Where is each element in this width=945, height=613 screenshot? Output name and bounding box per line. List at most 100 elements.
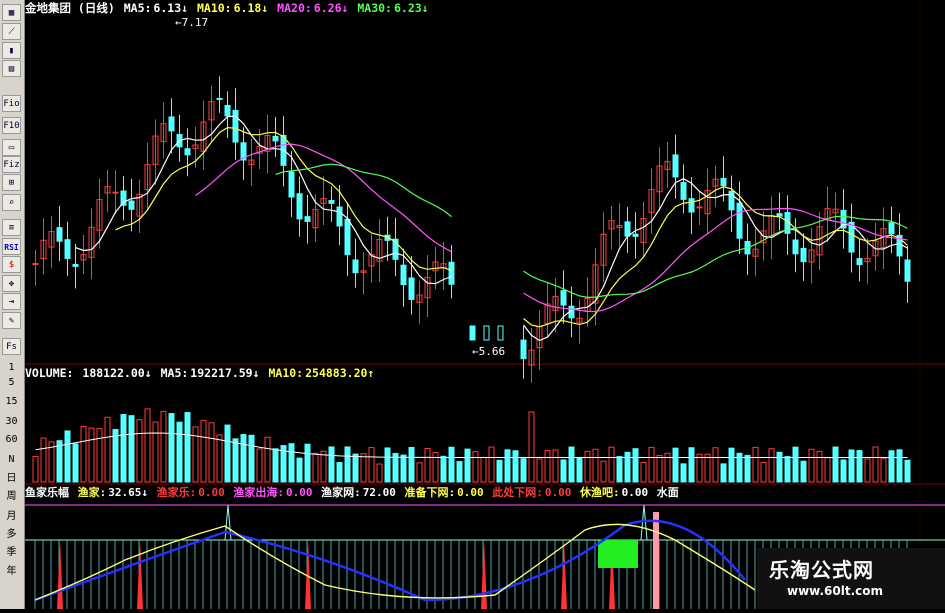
watermark-url: www.60lt.com <box>787 584 884 598</box>
period-8[interactable]: 月 <box>2 510 21 524</box>
period-3[interactable]: 30 <box>2 415 21 429</box>
volume-bar <box>128 415 135 483</box>
candle-body <box>408 277 415 300</box>
yujiale-value: 0.00 <box>198 486 225 499</box>
volume-bar <box>544 450 551 483</box>
volume-bar <box>720 463 727 483</box>
volume-bar <box>752 446 759 483</box>
period-0[interactable]: 1 <box>2 361 21 375</box>
volume-bar <box>776 451 783 483</box>
volume-bar <box>632 448 639 483</box>
volume-bar <box>400 454 407 483</box>
candle-body <box>856 258 863 266</box>
fiz-icon[interactable]: Fiz <box>2 156 21 173</box>
volume-bar <box>640 462 647 483</box>
shuimian-label: 水面 <box>656 486 679 499</box>
ma30-label: MA30: <box>357 1 392 15</box>
candle-body <box>400 264 407 286</box>
volume-bar <box>336 462 343 483</box>
period-5[interactable]: N <box>2 453 21 467</box>
wang-label: 渔家网: <box>321 486 361 499</box>
volume-bar <box>168 413 175 483</box>
pencil-icon[interactable]: ✎ <box>2 312 21 329</box>
volume-bar <box>456 461 463 483</box>
volume-bar <box>200 419 207 483</box>
volume-bar <box>56 440 63 483</box>
volume-bar <box>136 419 143 483</box>
wang-value: 72.00 <box>362 486 396 499</box>
volume-bar <box>624 451 631 483</box>
volume-bar <box>160 410 167 483</box>
ma5-label: MA5: <box>123 1 152 15</box>
volume-bar <box>264 436 271 483</box>
volume-bar <box>112 429 119 483</box>
period-7[interactable]: 周 <box>2 490 21 504</box>
candle-body <box>288 171 295 198</box>
period-1[interactable]: 5 <box>2 376 21 390</box>
volume-bar <box>480 456 487 483</box>
vol-ma10-value: 254883.20↑ <box>305 366 375 380</box>
volume-bar <box>528 411 535 483</box>
volume-bar <box>768 448 775 483</box>
list-icon[interactable]: ≡ <box>2 219 21 236</box>
candle-body <box>888 222 895 235</box>
volume-bar <box>608 446 615 483</box>
cichu-value: 0.00 <box>544 486 572 499</box>
low-price-marker: ←5.66 <box>472 345 505 358</box>
period-11[interactable]: 年 <box>2 565 21 579</box>
chuhai-label: 渔家出海: <box>233 486 284 499</box>
volume-bar <box>120 414 127 483</box>
window-icon[interactable]: ▭ <box>2 139 21 156</box>
period-4[interactable]: 60 <box>2 433 21 447</box>
volume-bar <box>184 412 191 483</box>
rsi-icon[interactable]: RSI <box>2 238 21 255</box>
candle-body <box>32 263 39 266</box>
ma30-value: 6.23↓ <box>393 1 429 15</box>
volume-bar <box>360 453 367 483</box>
volume-bar <box>232 438 239 483</box>
volume-bar <box>552 449 559 483</box>
volume-bar <box>496 459 503 483</box>
candle-body <box>64 239 71 259</box>
volume-bar <box>384 447 391 483</box>
indicator-red-spike <box>561 540 567 609</box>
volume-bar <box>512 450 519 483</box>
line-chart-icon[interactable]: ⟋ <box>2 23 21 40</box>
export-icon[interactable]: ⇥ <box>2 293 21 310</box>
fs-icon[interactable]: Fs <box>2 338 21 355</box>
bar-icon[interactable]: ▤ <box>2 60 21 77</box>
move-icon[interactable]: ✥ <box>2 275 21 292</box>
fio-icon[interactable]: Fio <box>2 95 21 112</box>
candle-icon[interactable]: ▮ <box>2 42 21 59</box>
volume-label: VOLUME: <box>25 366 74 380</box>
search-icon[interactable]: ⌕ <box>2 194 21 211</box>
dollar-icon[interactable]: $ <box>2 256 21 273</box>
candle-body <box>72 263 79 267</box>
period-9[interactable]: 多 <box>2 528 21 542</box>
volume-bar <box>408 446 415 483</box>
chart-area[interactable]: ←7.17 ←5.66 金地集团 (日线) MA5: 6.13↓ MA10: 6.18… <box>25 0 945 609</box>
period-6[interactable]: 日 <box>2 472 21 486</box>
candle-body <box>216 97 223 100</box>
chart-icon[interactable]: ▦ <box>2 4 21 21</box>
candle-body <box>680 182 687 200</box>
volume-bar <box>104 416 111 483</box>
volume-bar <box>272 448 279 483</box>
volume-bar <box>808 448 815 483</box>
volume-bar <box>472 451 479 483</box>
volume-bar <box>256 448 263 483</box>
volume-bar <box>368 447 375 483</box>
f10-icon[interactable]: F10 <box>2 117 21 134</box>
period-2[interactable]: 15 <box>2 395 21 409</box>
volume-bar <box>760 462 767 483</box>
volume-bar <box>304 443 311 483</box>
grid-icon[interactable]: ⊞ <box>2 174 21 191</box>
period-10[interactable]: 季 <box>2 546 21 560</box>
volume-bar <box>824 457 831 483</box>
volume-bar <box>696 453 703 483</box>
volume-bar <box>504 449 511 483</box>
watermark: 乐淘公式网 www.60lt.com <box>757 548 945 609</box>
chart-canvas[interactable]: ←7.17 ←5.66 <box>25 0 945 609</box>
volume-bar <box>800 460 807 483</box>
volume-bar <box>224 424 231 483</box>
